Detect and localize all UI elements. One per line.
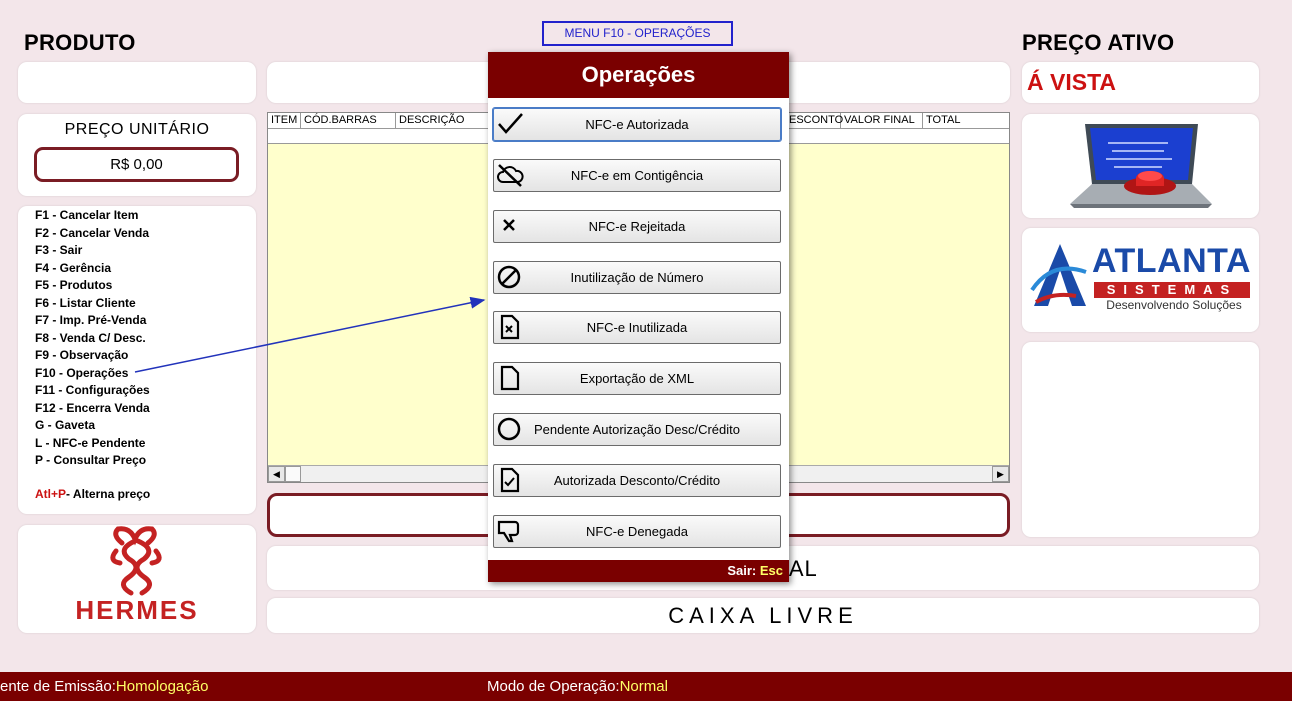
shortcut-f2: F2 - Cancelar Venda — [35, 225, 150, 240]
nfce-denegada-button[interactable]: NFC-e Denegada — [493, 515, 781, 548]
button-label: Autorizada Desconto/Crédito — [553, 473, 721, 488]
button-label: NFC-e Inutilizada — [586, 320, 688, 335]
shortcut-f7: F7 - Imp. Pré-Venda — [35, 313, 147, 327]
x-icon — [503, 219, 515, 231]
status-footer: ente de Emissão:Homologação Modo de Oper… — [0, 672, 1292, 701]
button-label: NFC-e Denegada — [586, 524, 688, 539]
circle-icon — [497, 417, 521, 441]
exportacao-xml-button[interactable]: Exportação de XML — [493, 362, 781, 395]
nfce-inutilizada-button[interactable]: NFC-e Inutilizada — [493, 311, 781, 344]
ambiente-label: ente de Emissão: — [0, 678, 116, 695]
right-info-panel — [1022, 342, 1259, 537]
alt-text: - Alterna preço — [66, 487, 151, 501]
shortcut-f12: F12 - Encerra Venda — [35, 400, 150, 415]
button-label: NFC-e Autorizada — [585, 117, 689, 132]
shortcut-g: G - Gaveta — [35, 418, 96, 432]
shortcut-f4: F4 - Gerência — [35, 260, 112, 275]
hermes-logo-text: HERMES — [75, 595, 199, 625]
laptop-icon — [1070, 124, 1212, 208]
cloud-off-icon — [497, 164, 524, 187]
atlanta-sub: SISTEMAS — [1094, 282, 1250, 298]
shortcut-f3: F3 - Sair — [35, 243, 83, 257]
grid-col-codbarras: CÓD.BARRAS — [301, 113, 396, 129]
ambiente-value: Homologação — [115, 678, 209, 695]
grid-col-desconto: ESCONTO — [786, 113, 843, 129]
preco-unitario-title: PREÇO UNITÁRIO — [64, 121, 210, 138]
nfce-contingencia-button[interactable]: NFC-e em Contigência — [493, 159, 781, 192]
button-label: Inutilização de Número — [570, 270, 704, 285]
preco-ativo-title: PREÇO ATIVO — [1022, 30, 1175, 55]
check-icon — [498, 113, 523, 134]
menu-f10-label: MENU F10 - OPERAÇÕES — [542, 21, 733, 46]
grid-col-total: TOTAL — [926, 114, 961, 126]
operacoes-dialog: Operações NFC-e Autorizada NFC-e em Cont… — [488, 52, 789, 582]
pendente-autorizacao-button[interactable]: Pendente Autorização Desc/Crédito — [493, 413, 781, 446]
preco-unitario-value: R$ 0,00 — [34, 147, 239, 182]
produto-field[interactable] — [18, 62, 256, 103]
scroll-left-icon[interactable]: ◀ — [268, 466, 285, 482]
file-x-icon — [500, 314, 520, 340]
atlanta-a-icon — [1030, 244, 1087, 306]
ban-icon — [497, 265, 521, 289]
file-icon — [500, 365, 520, 391]
thumbs-down-icon — [497, 520, 520, 543]
ambiente-emissao: ente de Emissão:Homologação — [0, 678, 208, 695]
shortcut-f11: F11 - Configurações — [35, 383, 150, 397]
shortcut-alt: Atl+P- Alterna preço — [35, 487, 150, 501]
preco-ativo-value: Á VISTA — [1027, 69, 1117, 95]
scroll-thumb[interactable] — [285, 466, 301, 482]
inutilizacao-numero-button[interactable]: Inutilização de Número — [493, 261, 781, 294]
produto-title: PRODUTO — [24, 30, 136, 55]
dialog-footer: Sair: Esc — [488, 560, 789, 582]
dialog-title: Operações — [488, 52, 789, 98]
preco-ativo-panel: Á VISTA — [1022, 62, 1259, 103]
shortcut-l: L - NFC-e Pendente — [35, 435, 146, 450]
grid-col-valor-final: VALOR FINAL — [841, 113, 923, 129]
shortcut-f9: F9 - Observação — [35, 348, 129, 362]
button-label: Exportação de XML — [579, 371, 695, 386]
button-label: Pendente Autorização Desc/Crédito — [534, 422, 740, 437]
autorizada-desconto-button[interactable]: Autorizada Desconto/Crédito — [493, 464, 781, 497]
shortcut-f5: F5 - Produtos — [35, 278, 113, 292]
grid-col-item: ITEM — [268, 113, 301, 129]
shortcut-f8: F8 - Venda C/ Desc. — [35, 330, 146, 345]
modo-label: Modo de Operação: — [487, 678, 620, 695]
button-label: NFC-e em Contigência — [570, 168, 704, 183]
exit-label: Sair: — [727, 563, 757, 578]
hermes-logo: HERMES — [18, 525, 256, 633]
nfce-autorizada-button[interactable]: NFC-e Autorizada — [492, 107, 782, 142]
button-label: NFC-e Rejeitada — [588, 219, 686, 234]
exit-key[interactable]: Esc — [760, 563, 783, 578]
modo-value: Normal — [619, 678, 668, 695]
laptop-image — [1022, 114, 1259, 218]
shortcut-f1: F1 - Cancelar Item — [35, 208, 139, 222]
scroll-right-icon[interactable]: ▶ — [992, 466, 1009, 482]
shortcut-p: P - Consultar Preço — [35, 453, 147, 467]
shortcut-f10: F10 - Operações — [35, 365, 129, 380]
atlanta-name: ATLANTA — [1092, 242, 1251, 280]
modo-operacao: Modo de Operação:Normal — [487, 678, 668, 695]
file-check-icon — [500, 467, 520, 493]
shortcut-f6: F6 - Listar Cliente — [35, 295, 136, 310]
caixa-livre-status: CAIXA LIVRE — [267, 598, 1259, 633]
atlanta-logo: ATLANTA SISTEMAS Desenvolvendo Soluções — [1022, 228, 1259, 332]
alt-key: Atl+P — [35, 487, 67, 501]
nfce-rejeitada-button[interactable]: NFC-e Rejeitada — [493, 210, 781, 243]
atlanta-slogan: Desenvolvendo Soluções — [1106, 298, 1242, 312]
grid-col-descricao: DESCRIÇÃO — [396, 113, 491, 129]
shortcut-list: F1 - Cancelar Item F2 - Cancelar Venda F… — [35, 207, 150, 470]
